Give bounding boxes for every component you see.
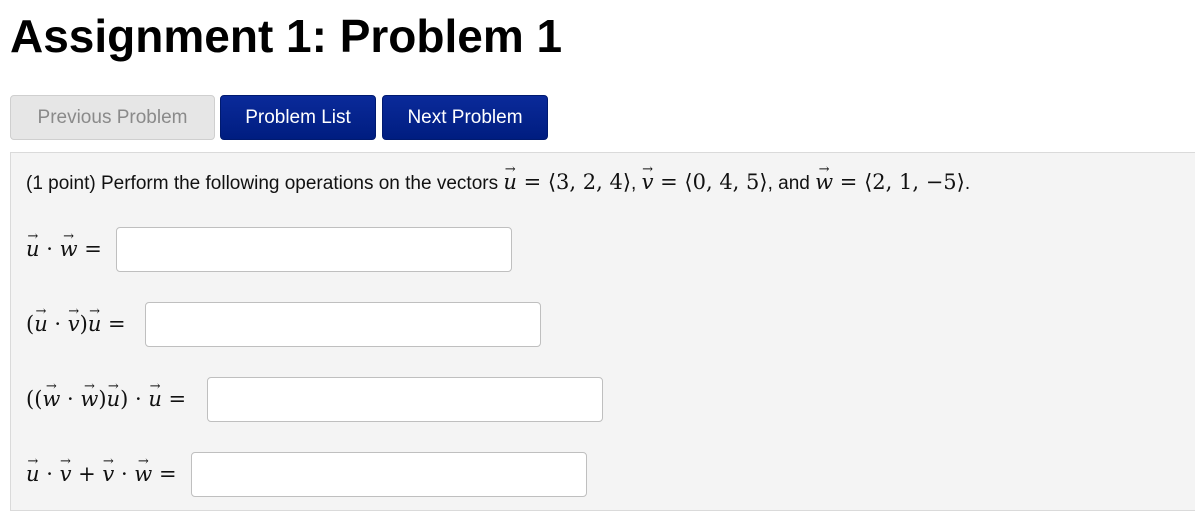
problem-intro: Perform the following operations on the … [100, 173, 499, 194]
vector-u-definition: u = ⟨3, 2, 4⟩ [503, 170, 631, 194]
vector-w-value: ⟨2, 1, −5⟩ [864, 170, 965, 194]
answer-input-2[interactable] [145, 302, 541, 347]
previous-problem-button: Previous Problem [10, 95, 215, 140]
problem-points: (1 point) [26, 173, 96, 194]
question-label: (u · v)u = [26, 310, 126, 338]
answer-input-1[interactable] [116, 227, 512, 272]
problem-list-button[interactable]: Problem List [220, 95, 376, 140]
and-word: and [778, 173, 810, 194]
vector-w-definition: w = ⟨2, 1, −5⟩ [815, 170, 965, 194]
answer-input-3[interactable] [207, 377, 603, 422]
problem-statement: (1 point) Perform the following operatio… [26, 169, 970, 197]
problem-panel: (1 point) Perform the following operatio… [10, 152, 1195, 511]
vector-v-definition: v = ⟨0, 4, 5⟩ [642, 170, 768, 194]
question-label: u · w = [26, 235, 102, 263]
next-problem-button[interactable]: Next Problem [382, 95, 548, 140]
page-title: Assignment 1: Problem 1 [10, 10, 563, 62]
question-label: u · v + v · w = [26, 460, 177, 488]
question-label: ((w · w)u) · u = [26, 385, 186, 413]
vector-v-value: ⟨0, 4, 5⟩ [684, 170, 768, 194]
answer-input-4[interactable] [191, 452, 587, 497]
vector-u-value: ⟨3, 2, 4⟩ [547, 170, 632, 194]
